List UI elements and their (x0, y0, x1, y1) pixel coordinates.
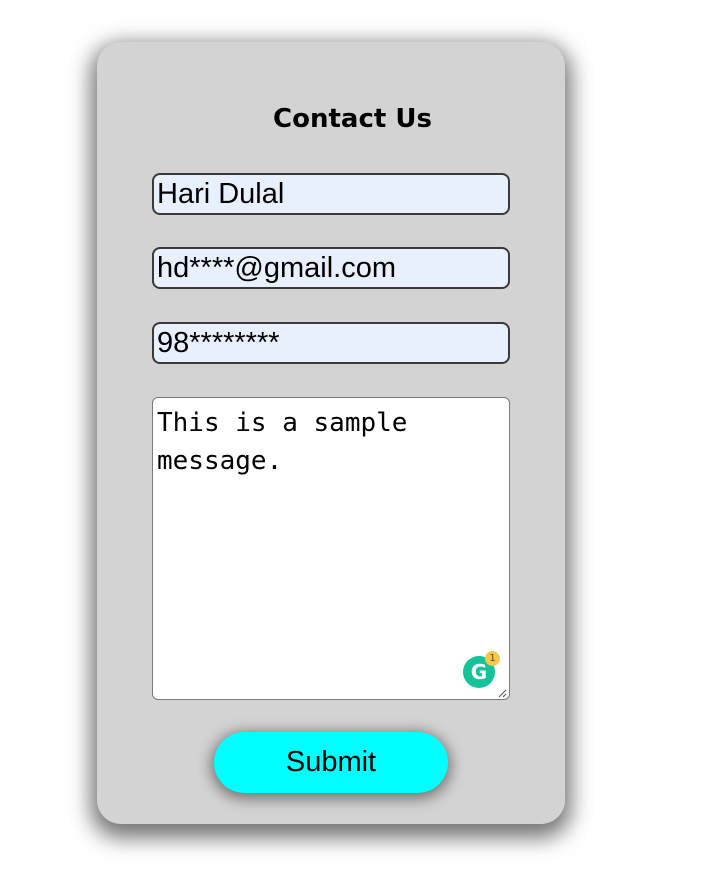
email-input[interactable]: hd****@gmail.com (152, 247, 510, 289)
message-textarea[interactable]: This is a sample message. (152, 397, 510, 700)
message-text: This is a sample message. (157, 408, 424, 476)
submit-button[interactable]: Submit (214, 732, 448, 793)
resize-handle-icon[interactable] (497, 688, 507, 698)
grammarly-badge: 1 (485, 651, 500, 666)
phone-input[interactable]: 98******** (152, 322, 510, 364)
name-input[interactable]: Hari Dulal (152, 173, 510, 215)
form-title: Contact Us (273, 104, 432, 134)
